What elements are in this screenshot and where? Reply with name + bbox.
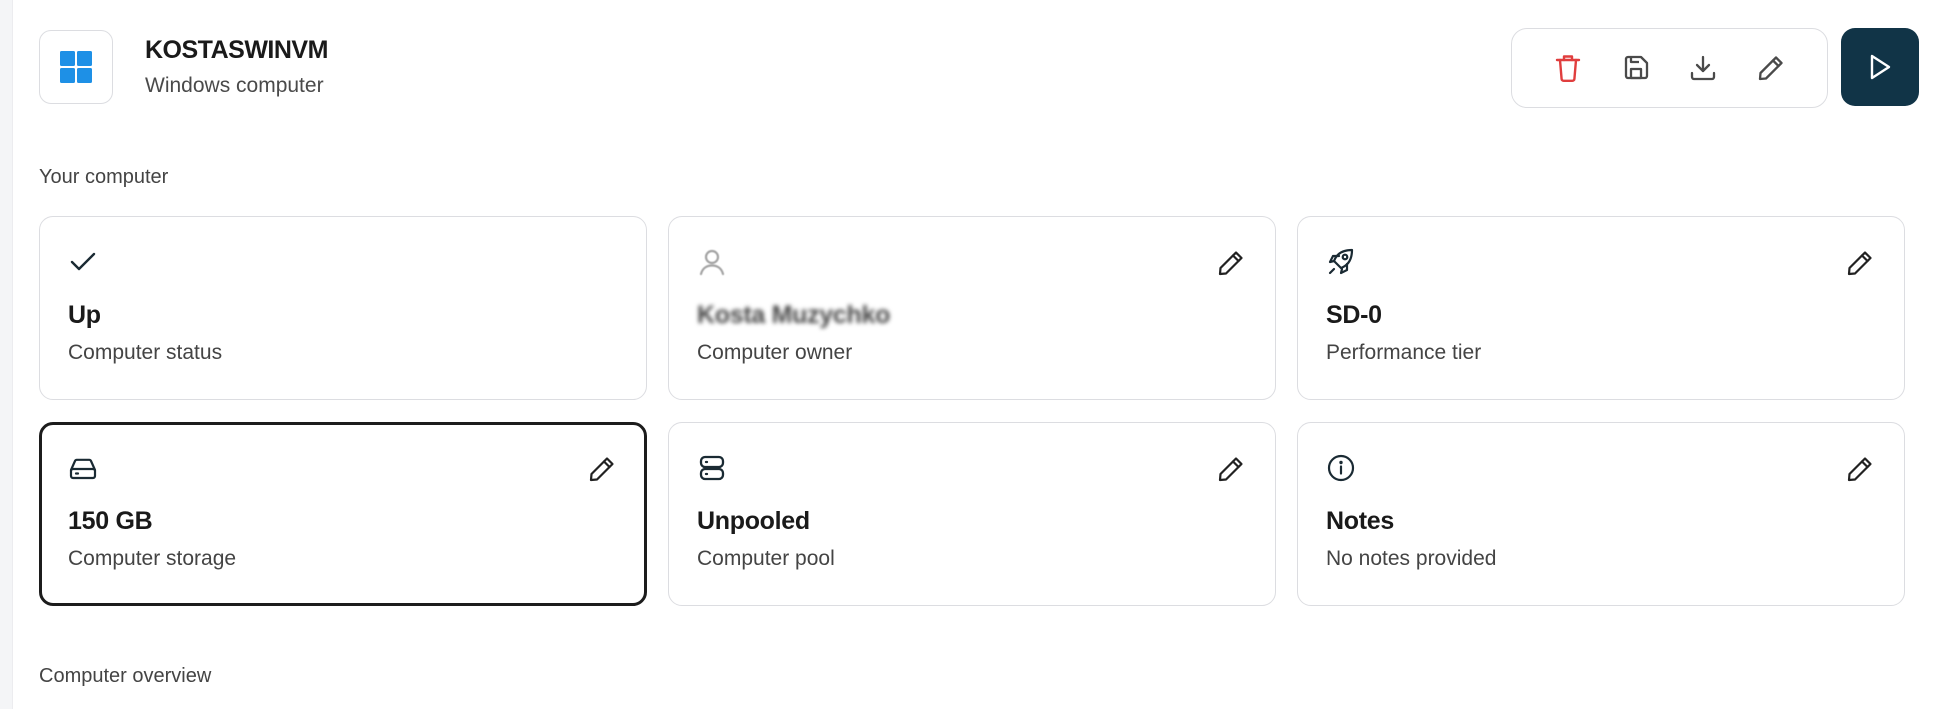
card-value: SD-0: [1326, 301, 1382, 329]
user-icon: [695, 245, 729, 279]
card-computer-status: Up Computer status: [39, 216, 647, 400]
edit-notes-button[interactable]: [1840, 449, 1880, 489]
card-notes: Notes No notes provided: [1297, 422, 1905, 606]
computer-os-type: Windows computer: [145, 74, 324, 97]
card-label: Performance tier: [1326, 341, 1482, 364]
pencil-icon: [1847, 457, 1872, 482]
play-icon: [1870, 54, 1891, 80]
floppy-disk-icon: [1624, 55, 1648, 80]
hard-drive-icon: [66, 451, 100, 485]
info-icon: [1324, 451, 1358, 485]
card-computer-pool: Unpooled Computer pool: [668, 422, 1276, 606]
computer-name: KOSTASWINVM: [145, 36, 328, 64]
trash-icon: [1555, 55, 1581, 83]
pencil-icon: [589, 457, 614, 482]
edit-storage-button[interactable]: [582, 449, 622, 489]
edit-tier-button[interactable]: [1840, 243, 1880, 283]
pencil-icon: [1758, 56, 1783, 81]
action-toolbar: [1511, 28, 1828, 108]
server-icon: [695, 451, 729, 485]
card-label: Computer status: [68, 341, 223, 364]
save-button[interactable]: [1612, 44, 1660, 92]
section-computer-overview: Computer overview: [39, 665, 212, 687]
card-value: Unpooled: [697, 507, 810, 535]
card-value: 150 GB: [68, 507, 153, 535]
rocket-icon: [1324, 245, 1358, 279]
download-icon: [1691, 55, 1716, 81]
pencil-icon: [1218, 251, 1243, 276]
checkmark-icon: [66, 245, 100, 279]
card-label: Computer pool: [697, 547, 835, 570]
download-button[interactable]: [1679, 44, 1727, 92]
card-computer-owner: Kosta Muzychko Computer owner: [668, 216, 1276, 400]
edit-pool-button[interactable]: [1211, 449, 1251, 489]
pencil-icon: [1847, 251, 1872, 276]
card-computer-storage[interactable]: 150 GB Computer storage: [39, 422, 647, 606]
computer-header: KOSTASWINVM Windows computer: [39, 28, 1919, 108]
computer-details-panel: KOSTASWINVM Windows computer Your comput…: [12, 0, 1935, 709]
delete-button[interactable]: [1544, 44, 1592, 92]
run-button[interactable]: [1841, 28, 1919, 106]
card-performance-tier: SD-0 Performance tier: [1297, 216, 1905, 400]
card-label: Computer owner: [697, 341, 853, 364]
card-value: Up: [68, 301, 101, 329]
card-value: Notes: [1326, 507, 1394, 535]
card-label: Computer storage: [68, 547, 237, 570]
section-your-computer: Your computer: [39, 166, 169, 188]
windows-logo-icon: [39, 30, 113, 104]
card-label: No notes provided: [1326, 547, 1497, 570]
edit-button[interactable]: [1747, 44, 1795, 92]
edit-owner-button[interactable]: [1211, 243, 1251, 283]
pencil-icon: [1218, 457, 1243, 482]
card-value: Kosta Muzychko: [697, 301, 891, 329]
